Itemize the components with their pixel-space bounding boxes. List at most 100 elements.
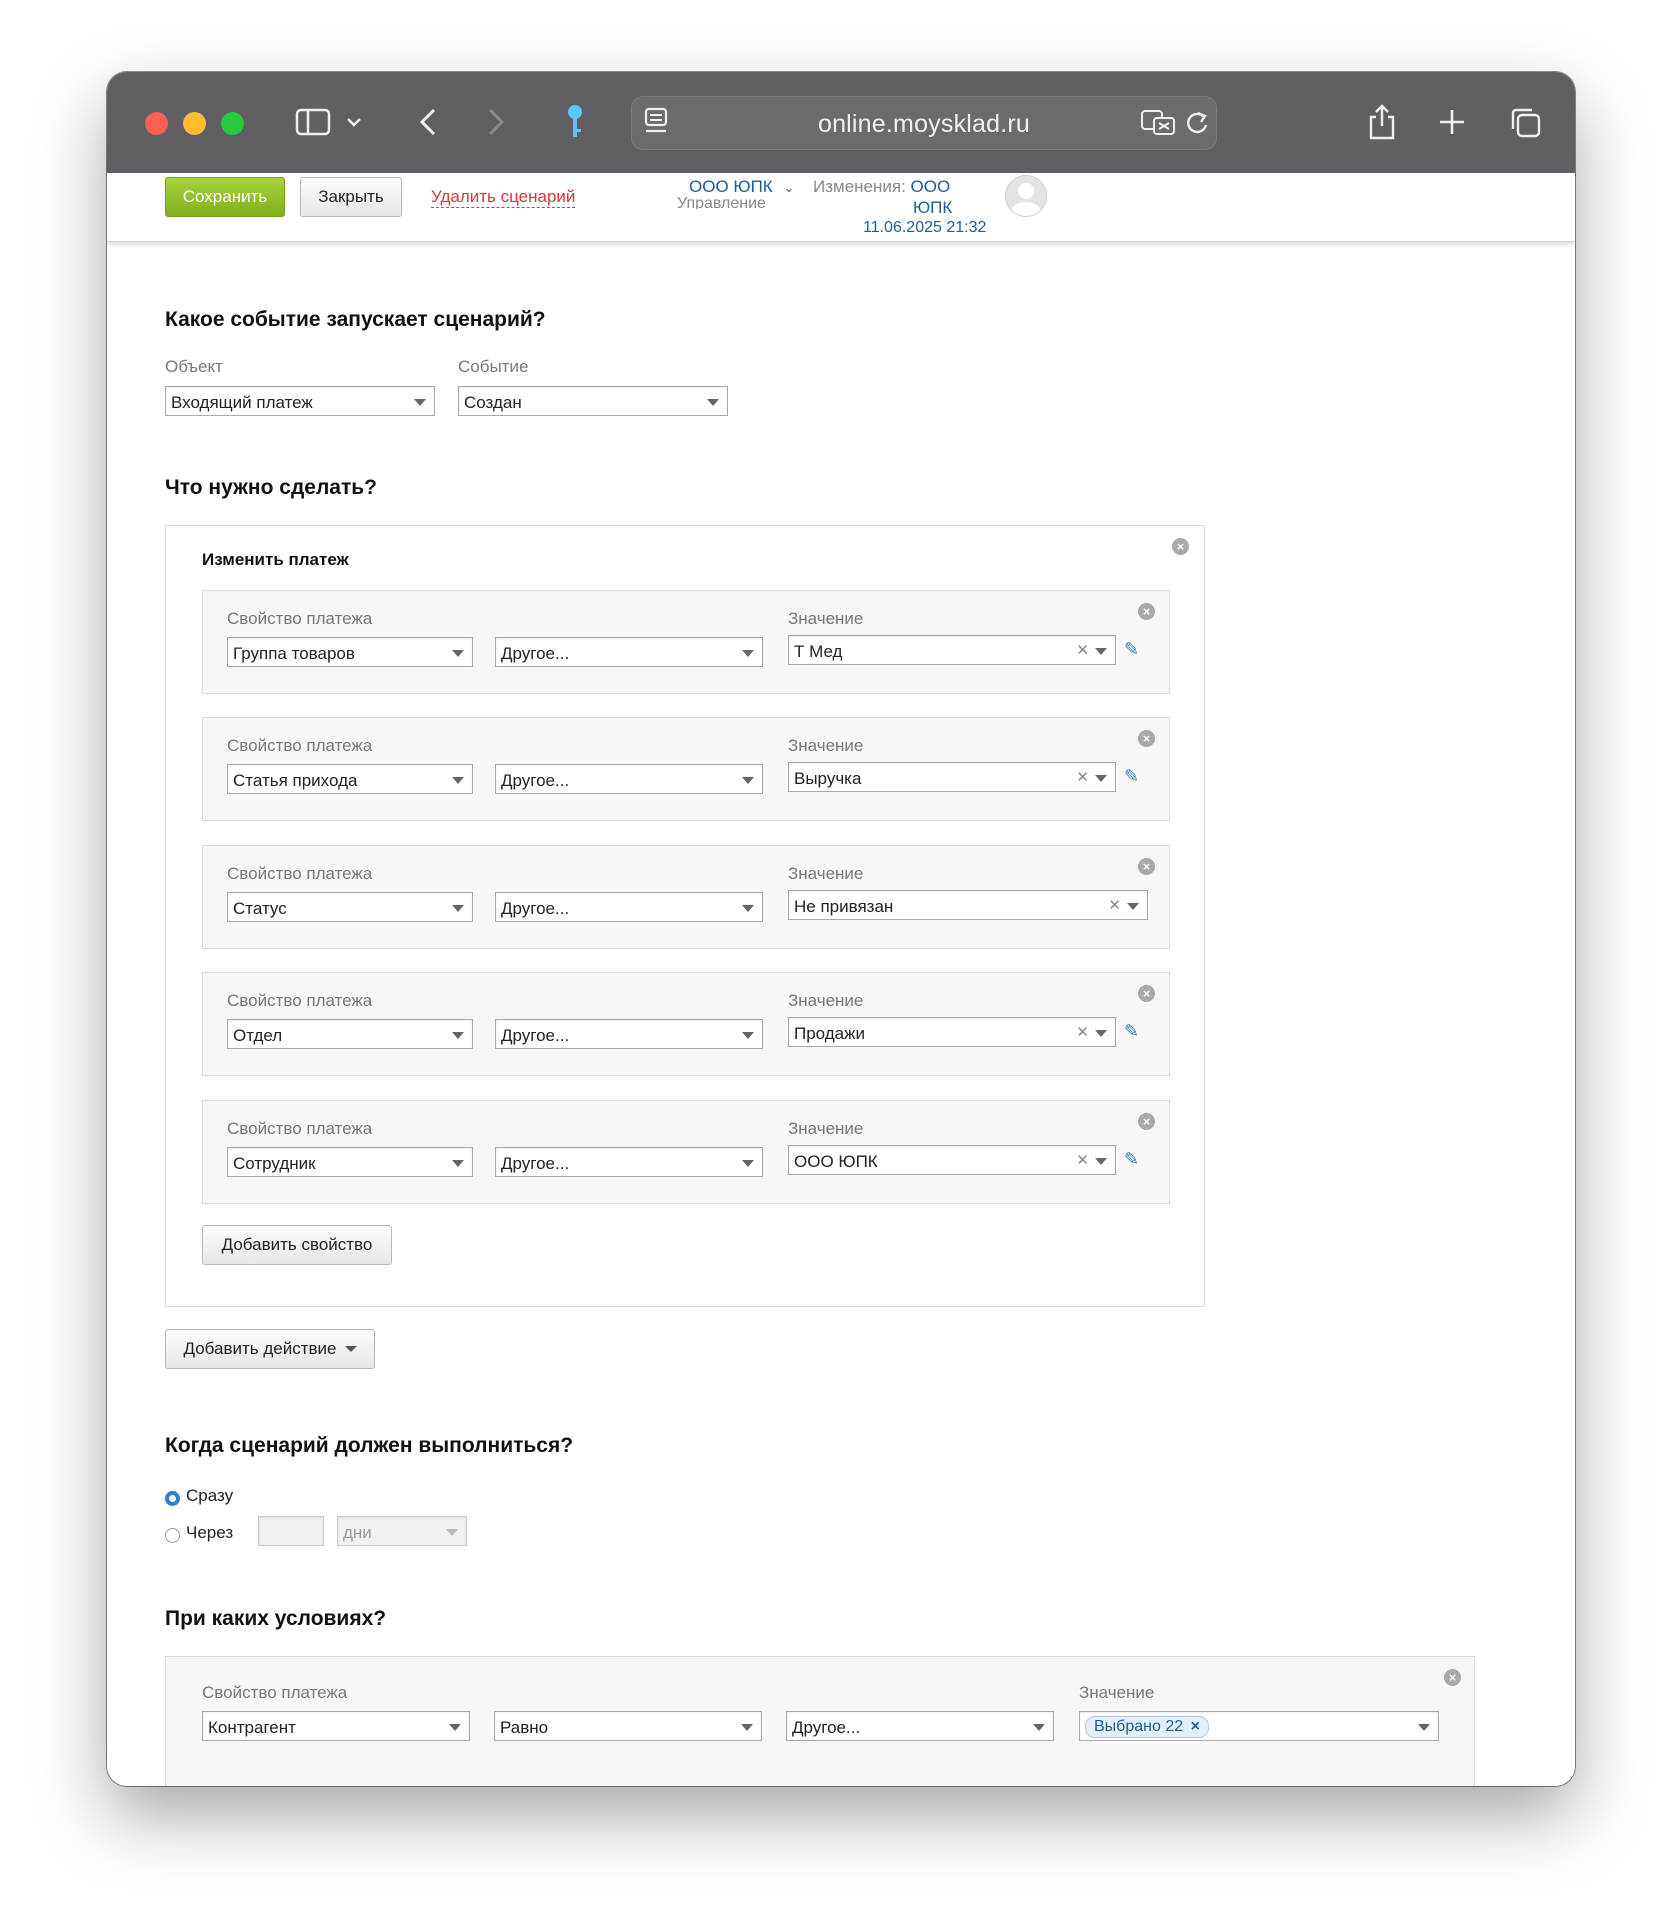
back-icon[interactable] xyxy=(415,102,441,142)
remove-property-icon[interactable]: × xyxy=(1138,1113,1155,1130)
object-select-value: Входящий платеж xyxy=(171,393,313,412)
clear-value-icon[interactable]: ✕ xyxy=(1108,896,1121,914)
changes-org-line1[interactable]: ООО xyxy=(911,177,951,196)
after-amount-input[interactable] xyxy=(258,1516,324,1546)
value-select[interactable]: Выручка ✕ xyxy=(788,762,1116,792)
mode-select[interactable]: Другое... xyxy=(495,1019,763,1049)
share-icon[interactable] xyxy=(1365,102,1399,142)
tabs-overview-icon[interactable] xyxy=(1507,102,1543,142)
remove-action-icon[interactable]: × xyxy=(1172,538,1189,555)
mode-select-value: Другое... xyxy=(501,1154,570,1173)
caret-down-icon xyxy=(742,777,754,784)
action-title: Изменить платеж xyxy=(202,550,349,569)
property-select[interactable]: Сотрудник xyxy=(227,1147,473,1177)
value-select[interactable]: Т Мед ✕ xyxy=(788,635,1116,665)
changes-org-line2[interactable]: ЮПК xyxy=(913,198,952,218)
clear-value-icon[interactable]: ✕ xyxy=(1076,1023,1089,1041)
time-unit-value: дни xyxy=(343,1523,372,1542)
property-label: Свойство платежа xyxy=(227,864,373,883)
selected-count-chip[interactable]: Выбрано 22 × xyxy=(1085,1716,1209,1738)
changes-label: Изменения: xyxy=(813,177,906,196)
forward-icon[interactable] xyxy=(483,102,509,142)
avatar[interactable] xyxy=(1005,175,1047,217)
value-select-value: Не привязан xyxy=(794,897,894,916)
property-select[interactable]: Группа товаров xyxy=(227,637,473,667)
condition-property-select[interactable]: Контрагент xyxy=(202,1711,470,1741)
mode-select[interactable]: Другое... xyxy=(495,892,763,922)
time-unit-select[interactable]: дни xyxy=(337,1516,467,1546)
timing-section-title: Когда сценарий должен выполниться? xyxy=(165,1434,574,1457)
caret-down-icon xyxy=(1418,1724,1430,1731)
property-label: Свойство платежа xyxy=(227,991,373,1010)
edit-pencil-icon[interactable]: ✎ xyxy=(1124,766,1139,787)
remove-property-icon[interactable]: × xyxy=(1138,603,1155,620)
mode-select[interactable]: Другое... xyxy=(495,764,763,794)
clear-value-icon[interactable]: ✕ xyxy=(1076,768,1089,786)
close-window-button[interactable] xyxy=(145,112,168,135)
mode-select-value: Другое... xyxy=(501,644,570,663)
after-radio[interactable] xyxy=(165,1528,180,1543)
condition-card: Свойство платежа Значение × Контрагент Р… xyxy=(165,1656,1475,1786)
value-select[interactable]: Продажи ✕ xyxy=(788,1017,1116,1047)
mode-select[interactable]: Другое... xyxy=(495,1147,763,1177)
remove-property-icon[interactable]: × xyxy=(1138,858,1155,875)
condition-operator-select[interactable]: Равно xyxy=(494,1711,762,1741)
chevron-down-icon[interactable] xyxy=(343,102,365,142)
property-select[interactable]: Отдел xyxy=(227,1019,473,1049)
caret-down-icon xyxy=(452,1160,464,1167)
caret-down-icon xyxy=(446,1529,458,1536)
selected-count-text: Выбрано 22 xyxy=(1094,1718,1184,1735)
edit-pencil-icon[interactable]: ✎ xyxy=(1124,639,1139,660)
minimize-window-button[interactable] xyxy=(183,112,206,135)
add-action-label: Добавить действие xyxy=(183,1339,337,1358)
property-select[interactable]: Статья прихода xyxy=(227,764,473,794)
condition-value-select[interactable]: Выбрано 22 × xyxy=(1079,1711,1439,1741)
key-icon[interactable] xyxy=(563,102,587,142)
organization-selector[interactable]: ООО ЮПК ⌄ xyxy=(689,177,794,197)
property-select-value: Отдел xyxy=(233,1026,283,1045)
value-label: Значение xyxy=(788,1119,864,1138)
condition-mode-select[interactable]: Другое... xyxy=(786,1711,1054,1741)
action-card: Изменить платеж × Свойство платежа Значен… xyxy=(165,525,1205,1307)
object-select[interactable]: Входящий платеж xyxy=(165,386,435,416)
add-action-button[interactable]: Добавить действие xyxy=(165,1329,375,1369)
property-select[interactable]: Статус xyxy=(227,892,473,922)
reload-icon[interactable] xyxy=(1184,109,1210,142)
immediately-radio[interactable] xyxy=(165,1491,180,1506)
add-property-button[interactable]: Добавить свойство xyxy=(202,1225,392,1265)
clear-value-icon[interactable]: ✕ xyxy=(1076,641,1089,659)
condition-property-value: Контрагент xyxy=(208,1718,296,1737)
translate-icon[interactable] xyxy=(1140,109,1178,142)
property-row: Свойство платежа Значение × Статья прихода Д… xyxy=(202,717,1170,821)
remove-condition-icon[interactable]: × xyxy=(1444,1669,1461,1686)
value-label: Значение xyxy=(788,864,864,883)
event-select-value: Создан xyxy=(464,393,522,412)
close-button[interactable]: Закрыть xyxy=(300,177,402,217)
clear-value-icon[interactable]: ✕ xyxy=(1076,1151,1089,1169)
new-tab-icon[interactable] xyxy=(1435,102,1469,142)
zoom-window-button[interactable] xyxy=(221,112,244,135)
property-select-value: Сотрудник xyxy=(233,1154,316,1173)
immediately-label: Сразу xyxy=(186,1486,234,1505)
caret-down-icon xyxy=(707,399,719,406)
sidebar-icon[interactable] xyxy=(293,102,333,142)
value-select-value: Выручка xyxy=(794,769,862,788)
address-bar[interactable]: online.moysklad.ru xyxy=(631,96,1217,150)
edit-pencil-icon[interactable]: ✎ xyxy=(1124,1149,1139,1170)
property-row: Свойство платежа Значение × Сотрудник Другое… xyxy=(202,1100,1170,1204)
organization-name: ООО ЮПК xyxy=(689,177,773,196)
mode-select[interactable]: Другое... xyxy=(495,637,763,667)
remove-property-icon[interactable]: × xyxy=(1138,730,1155,747)
value-select[interactable]: Не привязан ✕ xyxy=(788,890,1148,920)
delete-scenario-link[interactable]: Удалить сценарий xyxy=(431,187,576,208)
value-select[interactable]: ООО ЮПК ✕ xyxy=(788,1145,1116,1175)
remove-chip-icon[interactable]: × xyxy=(1191,1718,1200,1735)
conditions-section-title: При каких условиях? xyxy=(165,1607,387,1630)
property-row: Свойство платежа Значение × Отдел Другое... П… xyxy=(202,972,1170,1076)
event-select[interactable]: Создан xyxy=(458,386,728,416)
value-select-value: Продажи xyxy=(794,1024,865,1043)
edit-pencil-icon[interactable]: ✎ xyxy=(1124,1021,1139,1042)
save-button[interactable]: Сохранить xyxy=(165,177,285,217)
caret-down-icon xyxy=(452,650,464,657)
remove-property-icon[interactable]: × xyxy=(1138,985,1155,1002)
